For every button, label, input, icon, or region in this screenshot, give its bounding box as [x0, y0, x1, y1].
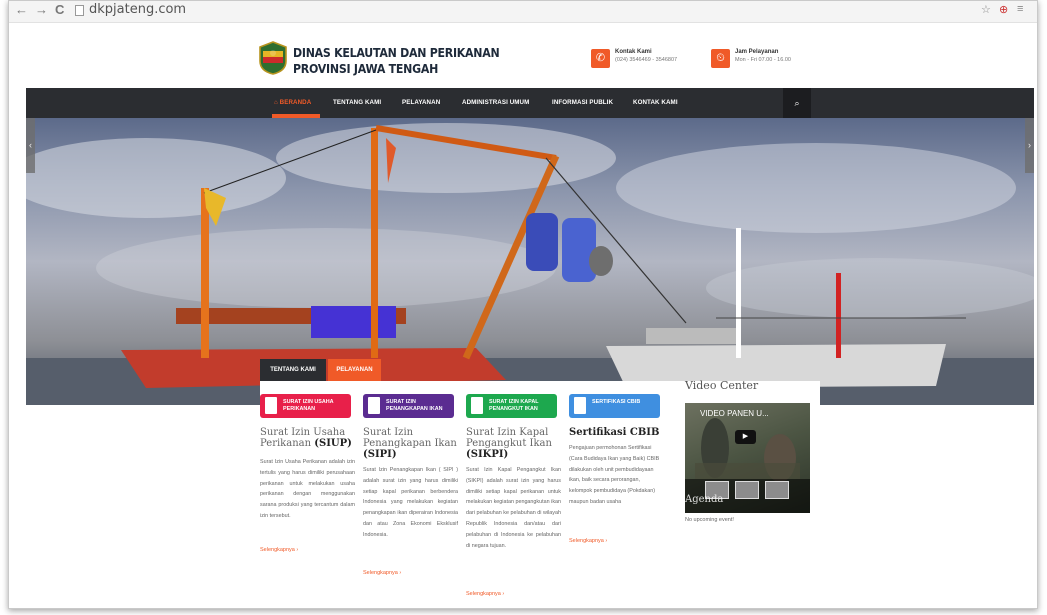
sikpi-read-more-link[interactable]: Selengkapnya › — [466, 591, 504, 597]
nav-item-beranda[interactable]: ⌂ BERANDA — [274, 99, 311, 106]
siup-badge[interactable]: SURAT IZIN USAHA PERIKANAN — [260, 394, 351, 418]
video-center-heading: Video Center — [685, 379, 759, 392]
site-title[interactable]: DINAS KELAUTAN DAN PERIKANAN PROVINSI JA… — [293, 45, 500, 77]
tab-pelayanan[interactable]: PELAYANAN — [328, 359, 381, 381]
cbib-read-more-link[interactable]: Selengkapnya › — [569, 538, 607, 544]
site-title-line2: PROVINSI JAWA TENGAH — [293, 61, 439, 76]
siup-description: Surat Izin Usaha Perikanan adalah izin t… — [260, 459, 355, 519]
main-navigation: ⌂ BERANDA TENTANG KAMI PELAYANAN ADMINIS… — [26, 88, 1034, 118]
nav-item-kontak-kami[interactable]: KONTAK KAMI — [633, 99, 678, 106]
fishing-boat-scene — [26, 123, 1034, 405]
contact-label: Kontak Kami — [615, 49, 652, 55]
sipi-title: Surat Izin Penangkapan Ikan (SIPI) — [363, 427, 457, 460]
sikpi-title: Surat Izin Kapal Pengangkut Ikan (SIKPI) — [466, 427, 552, 460]
contact-phone: (024) 3546469 - 3546807 — [615, 57, 678, 63]
page-icon — [75, 5, 84, 16]
cbib-badge-label: SERTIFIKASI CBIB — [592, 399, 641, 405]
slider-next-arrow[interactable]: › — [1025, 118, 1034, 173]
nav-item-administrasi-umum[interactable]: ADMINISTRASI UMUM — [462, 99, 529, 106]
document-icon — [265, 397, 277, 414]
document-icon — [471, 397, 483, 414]
phone-icon: ✆ — [591, 49, 610, 68]
cbib-description: Pengajuan permohonan Sertifikasi (Cara B… — [569, 445, 660, 505]
sipi-badge[interactable]: SURAT IZIN PENANGKAPAN IKAN — [363, 394, 454, 418]
nav-item-tentang-kami[interactable]: TENTANG KAMI — [333, 99, 381, 106]
document-icon — [368, 397, 380, 414]
sikpi-badge[interactable]: SURAT IZIN KAPAL PENANGKUT IKAN — [466, 394, 557, 418]
no-upcoming-event-text: No upcoming event! — [685, 517, 734, 523]
sipi-description: Surat Izin Penangkapan Ikan ( SIPI ) ada… — [363, 467, 458, 538]
sikpi-badge-label: SURAT IZIN KAPAL PENANGKUT IKAN — [489, 399, 539, 412]
video-title: VIDEO PANEN U... — [700, 409, 769, 418]
browser-window: ← → C dkpjateng.com ☆ ⊕ ≡ DINAS KELAUTAN… — [8, 0, 1038, 609]
siup-title: Surat Izin Usaha Perikanan (SIUP) — [260, 427, 352, 449]
siup-badge-label: SURAT IZIN USAHA PERIKANAN — [283, 399, 334, 412]
menu-icon[interactable]: ≡ — [1017, 3, 1023, 15]
agenda-heading: Agenda — [685, 494, 724, 505]
playlist-thumbnail[interactable] — [765, 481, 789, 499]
provincial-emblem-logo[interactable] — [257, 41, 289, 75]
nav-item-informasi-publik[interactable]: INFORMASI PUBLIK — [552, 99, 613, 106]
hours-label: Jam Pelayanan — [735, 49, 779, 55]
tab-tentang-kami[interactable]: TENTANG KAMI — [260, 359, 326, 381]
forward-button[interactable]: → — [35, 3, 48, 17]
playlist-thumbnail[interactable] — [735, 481, 759, 499]
play-icon[interactable]: ▶ — [735, 430, 756, 444]
siup-read-more-link[interactable]: Selengkapnya › — [260, 547, 298, 553]
nav-item-pelayanan[interactable]: PELAYANAN — [402, 99, 440, 106]
sipi-read-more-link[interactable]: Selengkapnya › — [363, 570, 401, 576]
address-bar[interactable]: dkpjateng.com — [89, 2, 186, 17]
cbib-title: Sertifikasi CBIB — [569, 427, 660, 438]
document-icon — [574, 397, 586, 414]
hero-slider-image — [26, 118, 1034, 405]
back-button[interactable]: ← — [15, 3, 28, 17]
browser-toolbar: ← → C dkpjateng.com ☆ ⊕ ≡ — [9, 1, 1037, 23]
bookmark-star-icon[interactable]: ☆ — [981, 3, 991, 16]
slider-prev-arrow[interactable]: ‹ — [26, 118, 35, 173]
site-title-line1: DINAS KELAUTAN DAN PERIKANAN — [293, 45, 500, 60]
cbib-badge[interactable]: SERTIFIKASI CBIB — [569, 394, 660, 418]
extension-icon[interactable]: ⊕ — [999, 3, 1008, 16]
reload-button[interactable]: C — [55, 3, 64, 17]
sikpi-description: Surat Izin Kapal Pengangkut Ikan (SIKPI)… — [466, 467, 562, 549]
clock-icon: ⏲ — [711, 49, 730, 68]
search-icon[interactable]: ⌕ — [783, 88, 811, 118]
hours-value: Mon - Fri 07.00 - 16.00 — [735, 57, 791, 63]
sipi-badge-label: SURAT IZIN PENANGKAPAN IKAN — [386, 399, 443, 412]
